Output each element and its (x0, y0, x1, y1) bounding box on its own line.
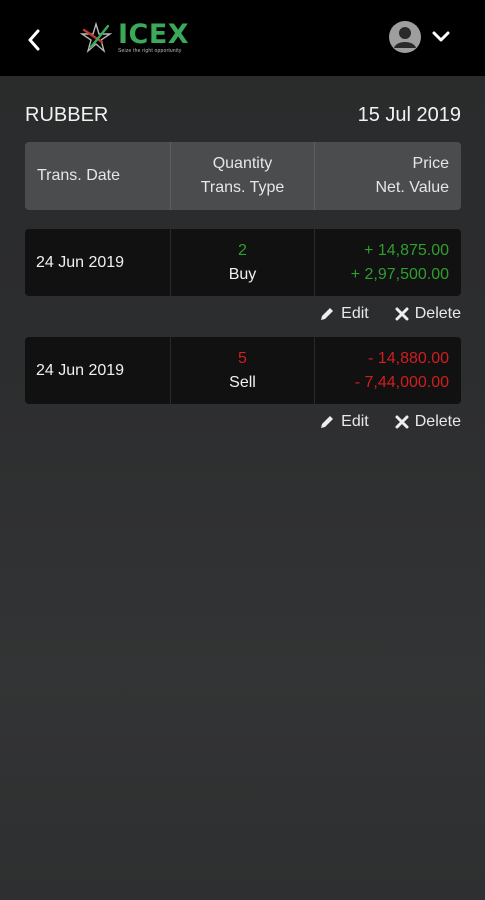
header-label: Quantity (212, 155, 273, 172)
transaction-row[interactable]: 24 Jun 2019 5 Sell - 14,880.00 - 7,44,00… (25, 337, 461, 404)
header-label: Trans. Date (37, 167, 120, 184)
pencil-icon (321, 308, 334, 320)
header-quantity-type: Quantity Trans. Type (170, 142, 315, 210)
price: - 14,880.00 (368, 349, 449, 367)
price-net-cell: + 14,875.00 + 2,97,500.00 (315, 229, 461, 296)
pencil-icon (321, 416, 334, 428)
current-date: 15 Jul 2019 (357, 104, 461, 126)
price: + 14,875.00 (364, 241, 449, 259)
price-net-cell: - 14,880.00 - 7,44,000.00 (315, 337, 461, 404)
trans-type: Buy (228, 265, 257, 283)
net-value: + 2,97,500.00 (350, 265, 449, 283)
quantity: 5 (238, 349, 247, 367)
profile-menu-button[interactable] (388, 20, 450, 54)
quantity-type-cell: 2 Buy (170, 229, 315, 296)
app-header: ICEX Seize the right opportunity (0, 0, 485, 76)
trans-date: 24 Jun 2019 (36, 361, 125, 379)
edit-button[interactable]: Edit (319, 305, 369, 323)
header-trans-date: Trans. Date (25, 142, 170, 210)
row-actions: Edit Delete (319, 410, 461, 434)
edit-label: Edit (341, 305, 369, 322)
delete-button[interactable]: Delete (395, 305, 461, 323)
trans-date-cell: 24 Jun 2019 (25, 337, 170, 404)
logo-name: ICEX (118, 19, 190, 50)
app-logo: ICEX Seize the right opportunity (78, 18, 189, 58)
header-label: Price (412, 155, 449, 172)
trans-type: Sell (229, 373, 256, 391)
quantity: 2 (238, 241, 247, 259)
header-price-net: Price Net. Value (315, 142, 461, 210)
chevron-left-icon (28, 29, 40, 51)
logo-tagline: Seize the right opportunity (118, 48, 182, 54)
edit-button[interactable]: Edit (319, 413, 369, 431)
trans-date: 24 Jun 2019 (36, 253, 125, 271)
delete-label: Delete (414, 413, 461, 430)
trans-date-cell: 24 Jun 2019 (25, 229, 170, 296)
net-value: - 7,44,000.00 (354, 373, 449, 391)
transaction-row[interactable]: 24 Jun 2019 2 Buy + 14,875.00 + 2,97,500… (25, 229, 461, 296)
back-button[interactable] (18, 24, 50, 56)
header-label: Trans. Type (200, 179, 285, 196)
table-header: Trans. Date Quantity Trans. Type Price N… (25, 142, 461, 210)
user-avatar-icon (389, 21, 421, 53)
edit-label: Edit (341, 413, 369, 430)
delete-button[interactable]: Delete (395, 413, 461, 431)
chevron-down-icon (432, 31, 450, 42)
delete-label: Delete (414, 305, 461, 322)
header-label: Net. Value (375, 179, 449, 196)
quantity-type-cell: 5 Sell (170, 337, 315, 404)
star-logo-icon (79, 21, 113, 54)
commodity-name: RUBBER (25, 104, 109, 126)
close-icon (395, 307, 409, 321)
close-icon (395, 415, 409, 429)
row-actions: Edit Delete (319, 302, 461, 326)
title-row: RUBBER 15 Jul 2019 (25, 104, 461, 130)
